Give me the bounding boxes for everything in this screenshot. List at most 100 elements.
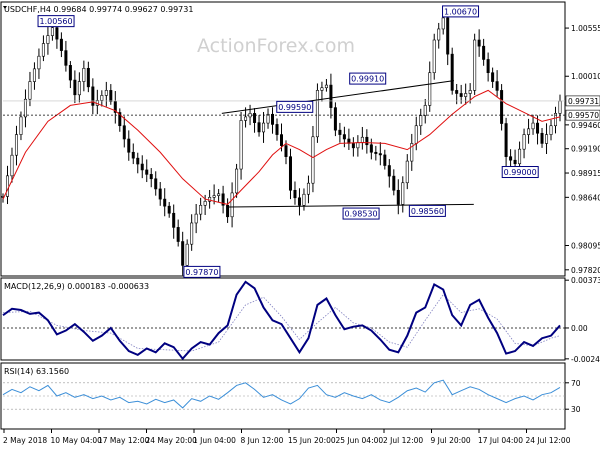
candle-body <box>441 17 445 30</box>
candle-body <box>396 189 400 205</box>
price-axis-label: 0.99460 <box>571 121 600 130</box>
x-axis-label: 2 Jul 12:00 <box>383 436 423 445</box>
candle-body <box>199 204 203 215</box>
candle-body <box>504 123 508 157</box>
candle-body <box>68 65 72 81</box>
candle-body <box>491 72 495 82</box>
price-annotation-label: 0.99590 <box>278 103 311 112</box>
candle-body <box>262 122 266 133</box>
candle-body <box>50 27 54 36</box>
rsi-panel-title: RSI(14) 63.1560 <box>4 367 69 376</box>
candle-body <box>275 124 279 135</box>
candle-body <box>46 35 50 44</box>
price-annotation-label: 0.97870 <box>185 268 218 277</box>
candle-body <box>266 113 270 124</box>
price-annotation-label: 1.00670 <box>444 7 477 16</box>
price-axis-label: 0.99190 <box>571 145 600 154</box>
candle-body <box>10 154 14 177</box>
x-axis-label: 15 Jun 20:00 <box>288 436 336 445</box>
price-axis-label: 0.98915 <box>571 169 600 178</box>
candle-body <box>495 81 499 91</box>
candle-body <box>536 122 540 134</box>
x-axis-label: 17 May 12:00 <box>98 436 150 445</box>
candle-body <box>122 125 126 140</box>
candle-body <box>329 84 333 108</box>
candle-body <box>59 38 63 51</box>
candle-body <box>311 136 315 184</box>
x-axis-label: 17 Jul 04:00 <box>478 436 523 445</box>
candle-body <box>297 197 301 206</box>
candle-body <box>185 243 189 266</box>
candle-body <box>37 55 41 70</box>
candle-body <box>531 122 535 130</box>
price-annotation-label: 1.00560 <box>40 17 73 26</box>
candle-body <box>217 193 221 196</box>
candle-body <box>360 136 364 143</box>
candle-body <box>522 134 526 150</box>
candle-body <box>450 53 454 91</box>
macd-axis-label: 0.00373 <box>571 276 600 285</box>
candle-body <box>64 50 68 66</box>
candle-body <box>86 67 90 88</box>
candle-body <box>55 27 59 40</box>
x-axis-label: 24 May 20:00 <box>146 436 198 445</box>
candle-body <box>136 157 140 165</box>
candle-body <box>509 156 513 161</box>
candle-body <box>365 136 369 146</box>
candle-body <box>320 87 324 91</box>
candle-body <box>235 168 239 194</box>
rsi-axis-label: 30 <box>571 405 581 414</box>
candle-body <box>257 122 261 133</box>
candle-body <box>172 212 176 228</box>
x-axis-label: 2 May 2018 <box>3 436 47 445</box>
candle-body <box>163 198 167 207</box>
candle-body <box>190 222 194 245</box>
candle-body <box>464 93 468 97</box>
candle-body <box>333 107 337 131</box>
candle-body <box>212 195 216 198</box>
candle-body <box>73 79 77 96</box>
macd-axis-label: -0.00241 <box>571 355 600 364</box>
candle-body <box>248 113 252 118</box>
candle-body <box>374 151 378 154</box>
candle-body <box>284 145 288 157</box>
candle-body <box>446 17 450 55</box>
candle-body <box>176 227 180 242</box>
price-axis-label: 1.00555 <box>571 24 600 33</box>
candle-body <box>158 188 162 200</box>
candle-body <box>437 28 441 41</box>
level-price-tag-label: 0.99570 <box>568 111 599 120</box>
candle-body <box>383 154 387 166</box>
candle-body <box>14 134 18 156</box>
macd-panel-title: MACD(12,26,9) 0.000183 -0.000633 <box>4 282 149 291</box>
candle-body <box>324 84 328 89</box>
price-axis-label: 1.00010 <box>571 72 600 81</box>
candle-body <box>455 90 459 94</box>
price-axis-label: 0.97820 <box>571 266 600 275</box>
candle-body <box>226 204 230 218</box>
candle-body <box>271 113 275 125</box>
candle-body <box>392 175 396 191</box>
candle-body <box>405 160 409 184</box>
candle-body <box>315 90 319 138</box>
candle-body <box>486 59 490 74</box>
price-annotation-label: 0.98530 <box>345 210 378 219</box>
candle-body <box>104 90 108 96</box>
candle-body <box>154 178 158 190</box>
candle-body <box>28 81 32 100</box>
candle-body <box>513 159 517 165</box>
price-panel-title: USDCHF,H4 0.99684 0.99774 0.99627 0.9973… <box>4 5 193 14</box>
x-axis-label: 10 May 04:00 <box>51 436 103 445</box>
price-axis-label: 0.98640 <box>571 193 600 202</box>
candle-body <box>432 39 436 74</box>
candle-body <box>459 93 463 97</box>
candle-body <box>378 153 382 156</box>
candle-body <box>5 175 9 197</box>
candle-body <box>194 213 198 224</box>
candle-body <box>351 143 355 149</box>
usdchf-chart: ActionForex.com USDCHF,H4 0.99684 0.9977… <box>0 0 600 450</box>
price-annotation-label: 0.99000 <box>504 168 537 177</box>
candle-body <box>109 90 113 102</box>
candle-body <box>540 132 544 144</box>
current-price-tag-label: 0.99731 <box>568 97 599 106</box>
